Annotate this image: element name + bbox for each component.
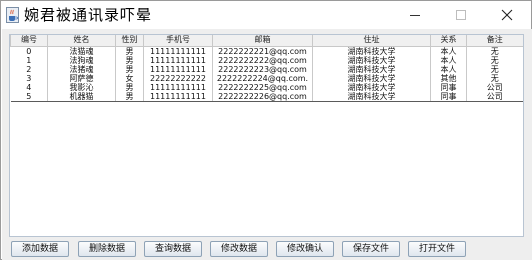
maximize-button[interactable]: [439, 1, 483, 29]
cell-id[interactable]: 5: [10, 91, 48, 102]
app-window: 婉君被通讯录吓晕 编号 姓名 性别 手机号 邮箱 住址 关系 备注 0 法猫魂 …: [0, 0, 532, 260]
cell-note[interactable]: 公司: [467, 83, 523, 92]
content-pane: 编号 姓名 性别 手机号 邮箱 住址 关系 备注 0 法猫魂 男 1111111…: [2, 29, 532, 260]
column-header-name[interactable]: 姓名: [47, 35, 116, 47]
column-header-id[interactable]: 编号: [10, 35, 48, 47]
cell-id[interactable]: 2: [10, 64, 48, 74]
cell-id[interactable]: 3: [10, 73, 48, 83]
close-icon: [501, 9, 513, 21]
column-header-gender[interactable]: 性别: [115, 35, 144, 47]
cell-note[interactable]: 无: [467, 46, 523, 56]
cell-name[interactable]: 我影沁: [47, 82, 116, 92]
action-button-bar: 添加数据 删除数据 查询数据 修改数据 修改确认 保存文件 打开文件: [2, 238, 532, 260]
maximize-icon: [456, 10, 466, 20]
cell-address[interactable]: 湖南科技大学: [312, 73, 431, 83]
cell-note[interactable]: 无: [467, 65, 523, 74]
cell-note[interactable]: 公司: [466, 91, 523, 102]
table-row[interactable]: 0 法猫魂 男 11111111111 2222222221@qq.com 湖南…: [10, 46, 523, 56]
cell-note[interactable]: 无: [467, 56, 523, 65]
cell-gender[interactable]: 女: [115, 73, 144, 83]
confirm-modify-button[interactable]: 修改确认: [276, 241, 334, 257]
cell-email[interactable]: 2222222224@qq.com.: [212, 73, 313, 83]
cell-relation[interactable]: 其他: [430, 73, 467, 83]
cell-address[interactable]: 湖南科技大学: [312, 46, 431, 56]
cell-phone[interactable]: 22222222222: [143, 73, 213, 83]
column-header-phone[interactable]: 手机号: [143, 35, 213, 47]
title-bar[interactable]: 婉君被通讯录吓晕: [1, 1, 531, 29]
cell-phone[interactable]: 11111111111: [143, 91, 213, 102]
column-header-address[interactable]: 住址: [312, 35, 431, 47]
cell-id[interactable]: 1: [10, 55, 48, 65]
cell-phone[interactable]: 11111111111: [143, 46, 213, 56]
cell-relation[interactable]: 同事: [430, 82, 467, 92]
cell-address[interactable]: 湖南科技大学: [312, 82, 431, 92]
cell-gender[interactable]: 男: [115, 91, 144, 102]
cell-email[interactable]: 2222222223@qq.com: [212, 64, 313, 74]
cell-name[interactable]: 机器猫: [47, 91, 116, 102]
column-header-email[interactable]: 邮箱: [212, 35, 313, 47]
cell-phone[interactable]: 11111111111: [143, 64, 213, 74]
column-header-relation[interactable]: 关系: [430, 35, 467, 47]
table-row[interactable]: 4 我影沁 男 11111111111 2222222225@qq.com 湖南…: [10, 82, 523, 92]
minimize-button[interactable]: [393, 1, 437, 29]
table-header-row: 编号 姓名 性别 手机号 邮箱 住址 关系 备注: [10, 35, 523, 47]
cell-relation[interactable]: 同事: [430, 91, 467, 102]
open-file-button[interactable]: 打开文件: [408, 241, 466, 257]
cell-name[interactable]: 法狗魂: [47, 55, 116, 65]
contacts-table-scroll[interactable]: 编号 姓名 性别 手机号 邮箱 住址 关系 备注 0 法猫魂 男 1111111…: [9, 34, 524, 237]
cell-email[interactable]: 2222222225@qq.com: [212, 82, 313, 92]
cell-address[interactable]: 湖南科技大学: [312, 55, 431, 65]
delete-data-button[interactable]: 删除数据: [78, 241, 136, 257]
cell-address[interactable]: 湖南科技大学: [312, 91, 431, 102]
contacts-table[interactable]: 编号 姓名 性别 手机号 邮箱 住址 关系 备注 0 法猫魂 男 1111111…: [10, 35, 523, 102]
table-row[interactable]: 1 法狗魂 男 11111111111 2222222222@qq.com 湖南…: [10, 55, 523, 65]
window-title: 婉君被通讯录吓晕: [24, 6, 153, 24]
cell-gender[interactable]: 男: [115, 82, 144, 92]
add-data-button[interactable]: 添加数据: [11, 241, 69, 257]
close-button[interactable]: [485, 1, 529, 29]
cell-address[interactable]: 湖南科技大学: [312, 64, 431, 74]
cell-phone[interactable]: 11111111111: [143, 82, 213, 92]
cell-name[interactable]: 阿萨德: [47, 73, 116, 83]
cell-name[interactable]: 法猪魂: [47, 64, 116, 74]
java-cup-icon: [6, 7, 19, 23]
cell-id[interactable]: 0: [10, 46, 48, 56]
table-row[interactable]: 2 法猪魂 男 11111111111 2222222223@qq.com 湖南…: [10, 64, 523, 74]
cell-email[interactable]: 2222222221@qq.com: [212, 46, 313, 56]
query-data-button[interactable]: 查询数据: [144, 241, 202, 257]
cell-email[interactable]: 2222222226@qq.com: [212, 91, 313, 102]
cell-gender[interactable]: 男: [115, 55, 144, 65]
modify-data-button[interactable]: 修改数据: [210, 241, 268, 257]
cell-note[interactable]: 无: [467, 74, 523, 83]
table-row[interactable]: 5 机器猫 男 11111111111 2222222226@qq.com 湖南…: [10, 91, 523, 102]
minimize-icon: [410, 15, 420, 16]
cell-phone[interactable]: 11111111111: [143, 55, 213, 65]
table-row[interactable]: 3 阿萨德 女 22222222222 2222222224@qq.com. 湖…: [10, 73, 523, 83]
cell-name[interactable]: 法猫魂: [47, 46, 116, 56]
save-file-button[interactable]: 保存文件: [342, 241, 400, 257]
cell-id[interactable]: 4: [10, 82, 48, 92]
cell-relation[interactable]: 本人: [430, 46, 467, 56]
cell-email[interactable]: 2222222222@qq.com: [212, 55, 313, 65]
cell-relation[interactable]: 本人: [430, 55, 467, 65]
cell-gender[interactable]: 男: [115, 46, 144, 56]
column-header-note[interactable]: 备注: [466, 35, 523, 47]
cell-relation[interactable]: 本人: [430, 64, 467, 74]
cell-gender[interactable]: 男: [115, 64, 144, 74]
